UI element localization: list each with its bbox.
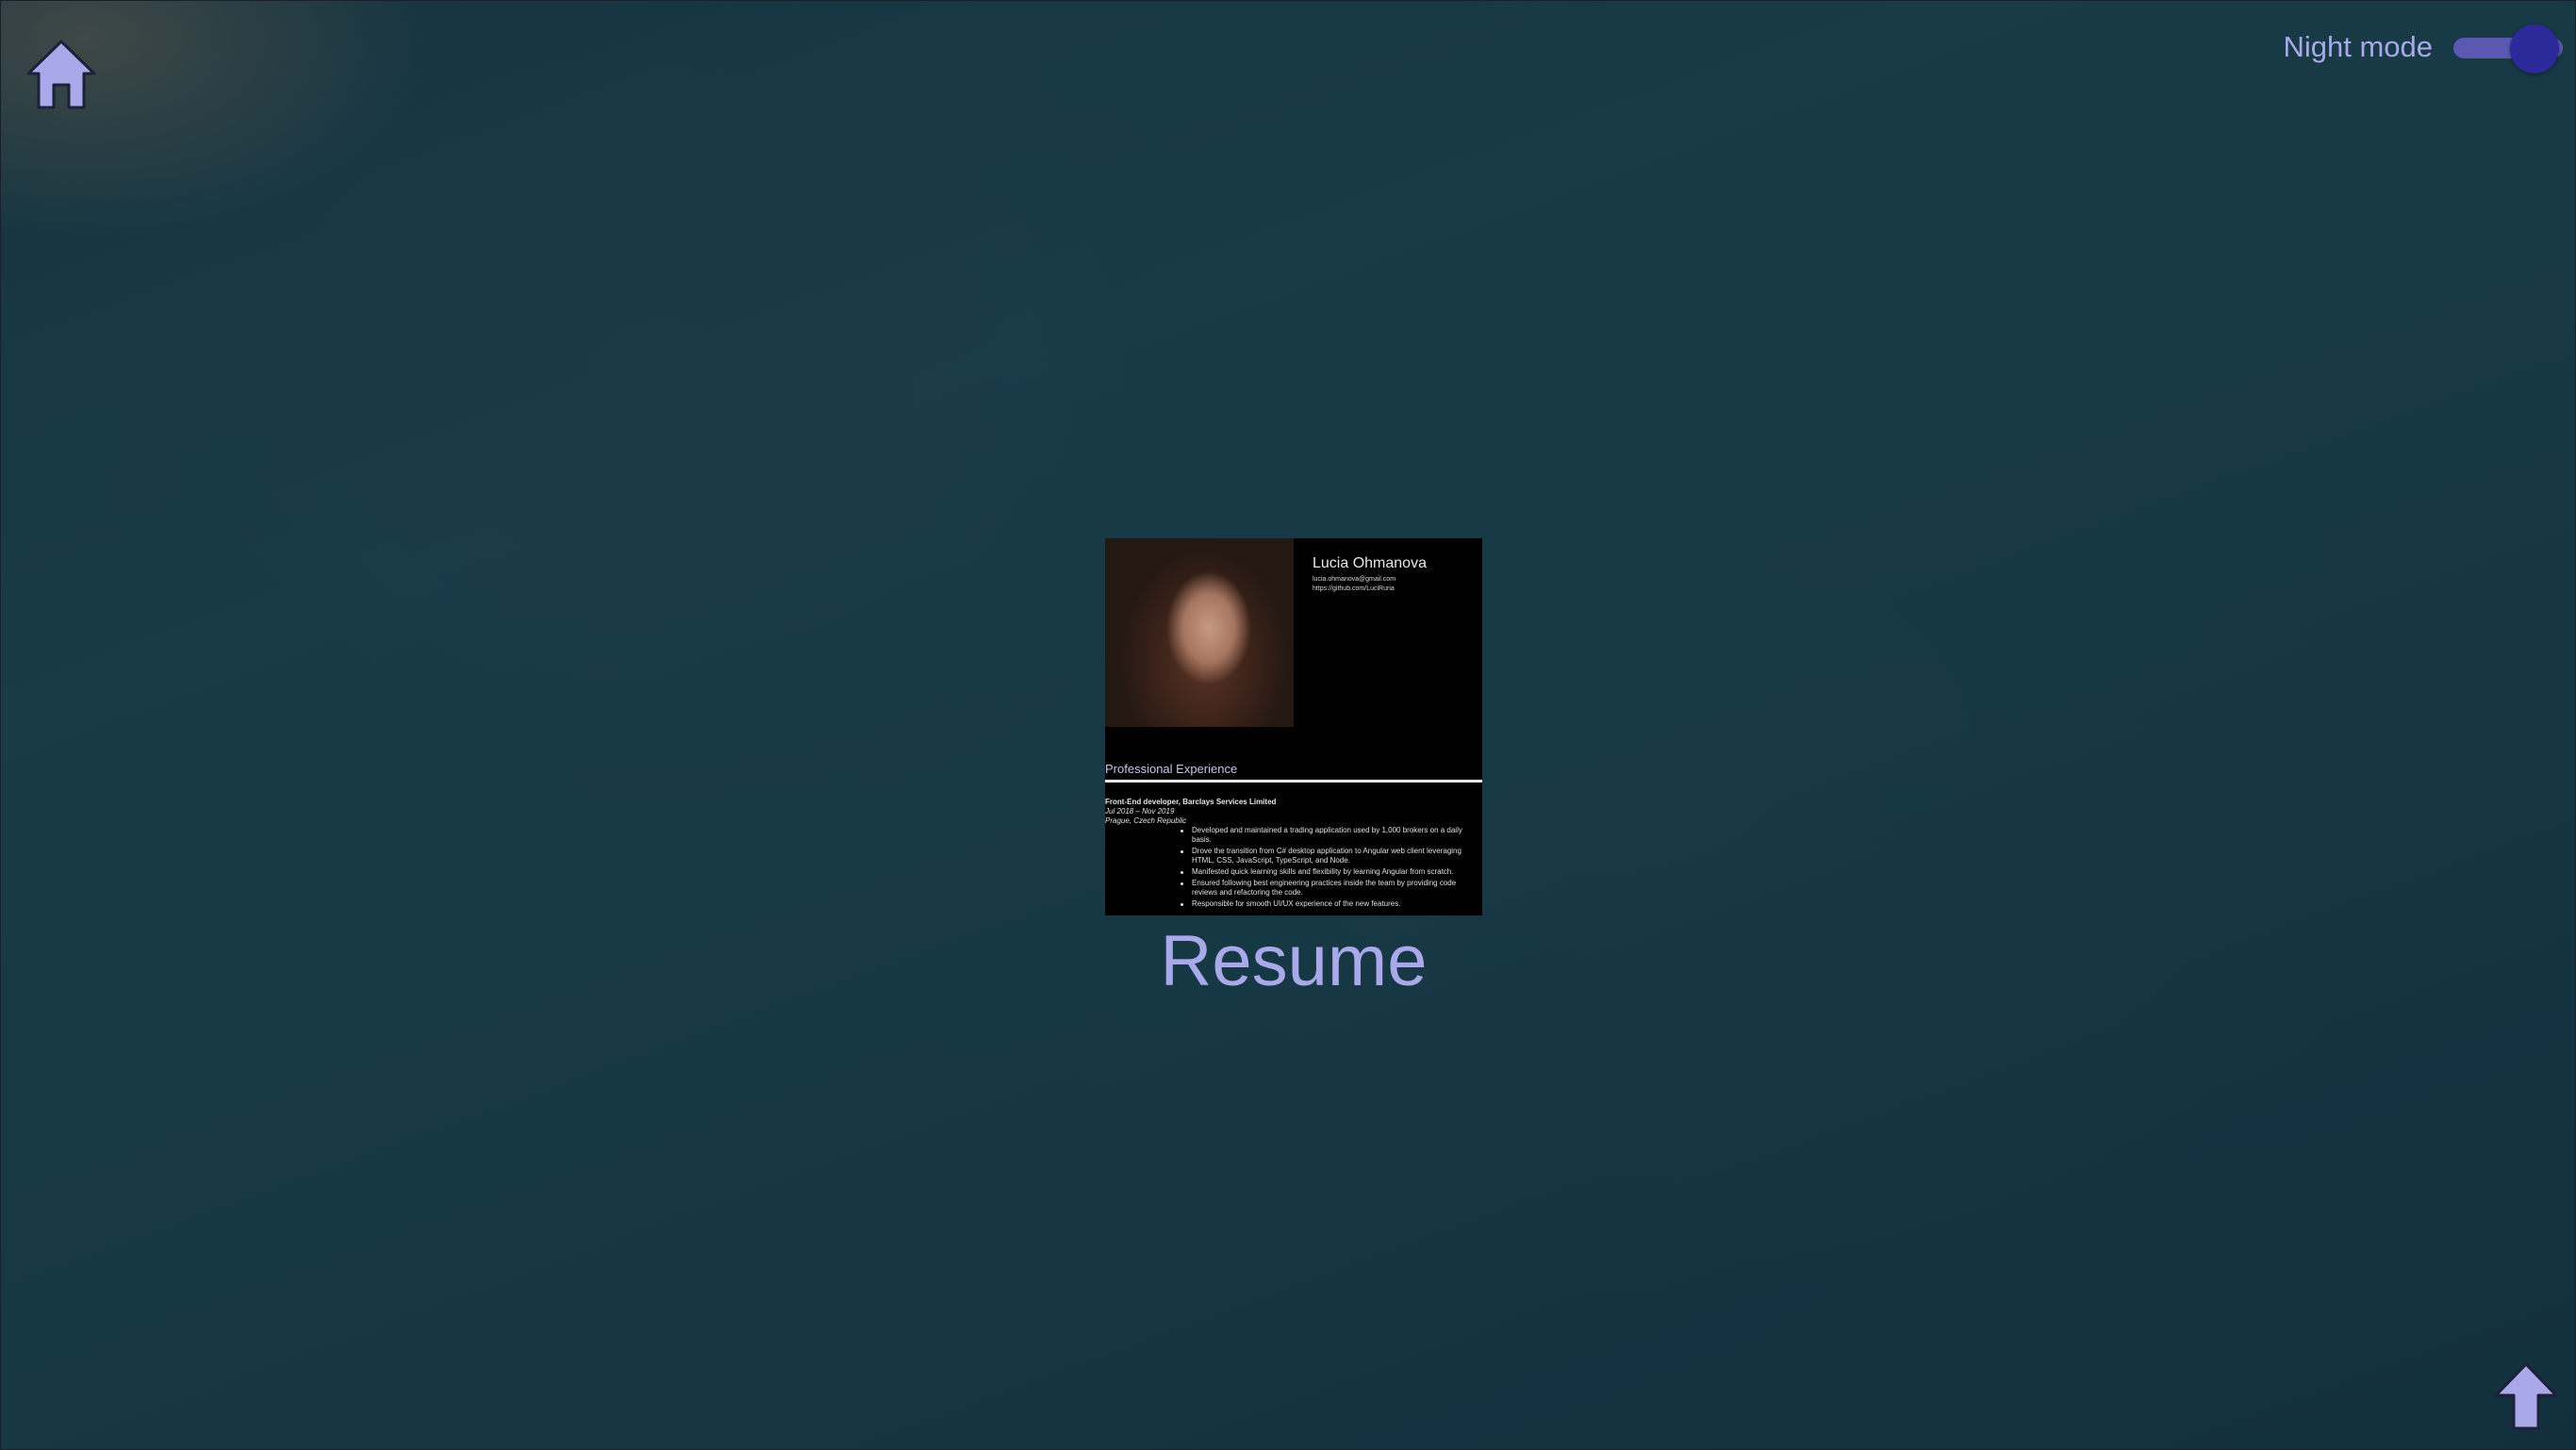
resume-email: lucia.ohmanova@gmail.com	[1313, 576, 1396, 583]
arrow-up-icon	[2494, 1362, 2558, 1430]
resume-thumbnail[interactable]: Lucia Ohmanova lucia.ohmanova@gmail.com …	[1105, 538, 1482, 915]
job-bullet: Ensured following best engineering pract…	[1181, 879, 1482, 898]
section-divider	[1105, 780, 1482, 783]
home-button[interactable]	[25, 38, 98, 111]
job-bullet: Responsible for smooth UI/UX experience …	[1181, 899, 1482, 909]
toggle-knob	[2510, 25, 2559, 74]
night-mode-label: Night mode	[2283, 30, 2433, 63]
resume-card[interactable]: Lucia Ohmanova lucia.ohmanova@gmail.com …	[1105, 538, 1482, 1002]
home-icon	[26, 40, 96, 109]
job-bullet: Manifested quick learning skills and fle…	[1181, 867, 1482, 877]
night-mode-toggle[interactable]	[2452, 21, 2563, 74]
job-place: Prague, Czech Republic	[1105, 816, 1187, 825]
job-bullet: Drove the transition from C# desktop app…	[1181, 847, 1482, 865]
job-title: Front-End developer, Barclays Services L…	[1105, 798, 1277, 806]
job-bullet: Developed and maintained a trading appli…	[1181, 826, 1482, 845]
resume-name: Lucia Ohmanova	[1313, 555, 1427, 571]
card-title[interactable]: Resume	[1161, 921, 1428, 1002]
resume-section-title: Professional Experience	[1105, 762, 1238, 776]
job-dates: Jul 2018 – Nov 2019	[1105, 807, 1175, 816]
scroll-top-button[interactable]	[2493, 1361, 2559, 1431]
job-bullets: Developed and maintained a trading appli…	[1181, 826, 1482, 911]
profile-photo	[1105, 538, 1294, 727]
night-mode-control: Night mode	[2283, 21, 2563, 74]
resume-github: https://github.com/LuciRuria	[1313, 585, 1395, 592]
